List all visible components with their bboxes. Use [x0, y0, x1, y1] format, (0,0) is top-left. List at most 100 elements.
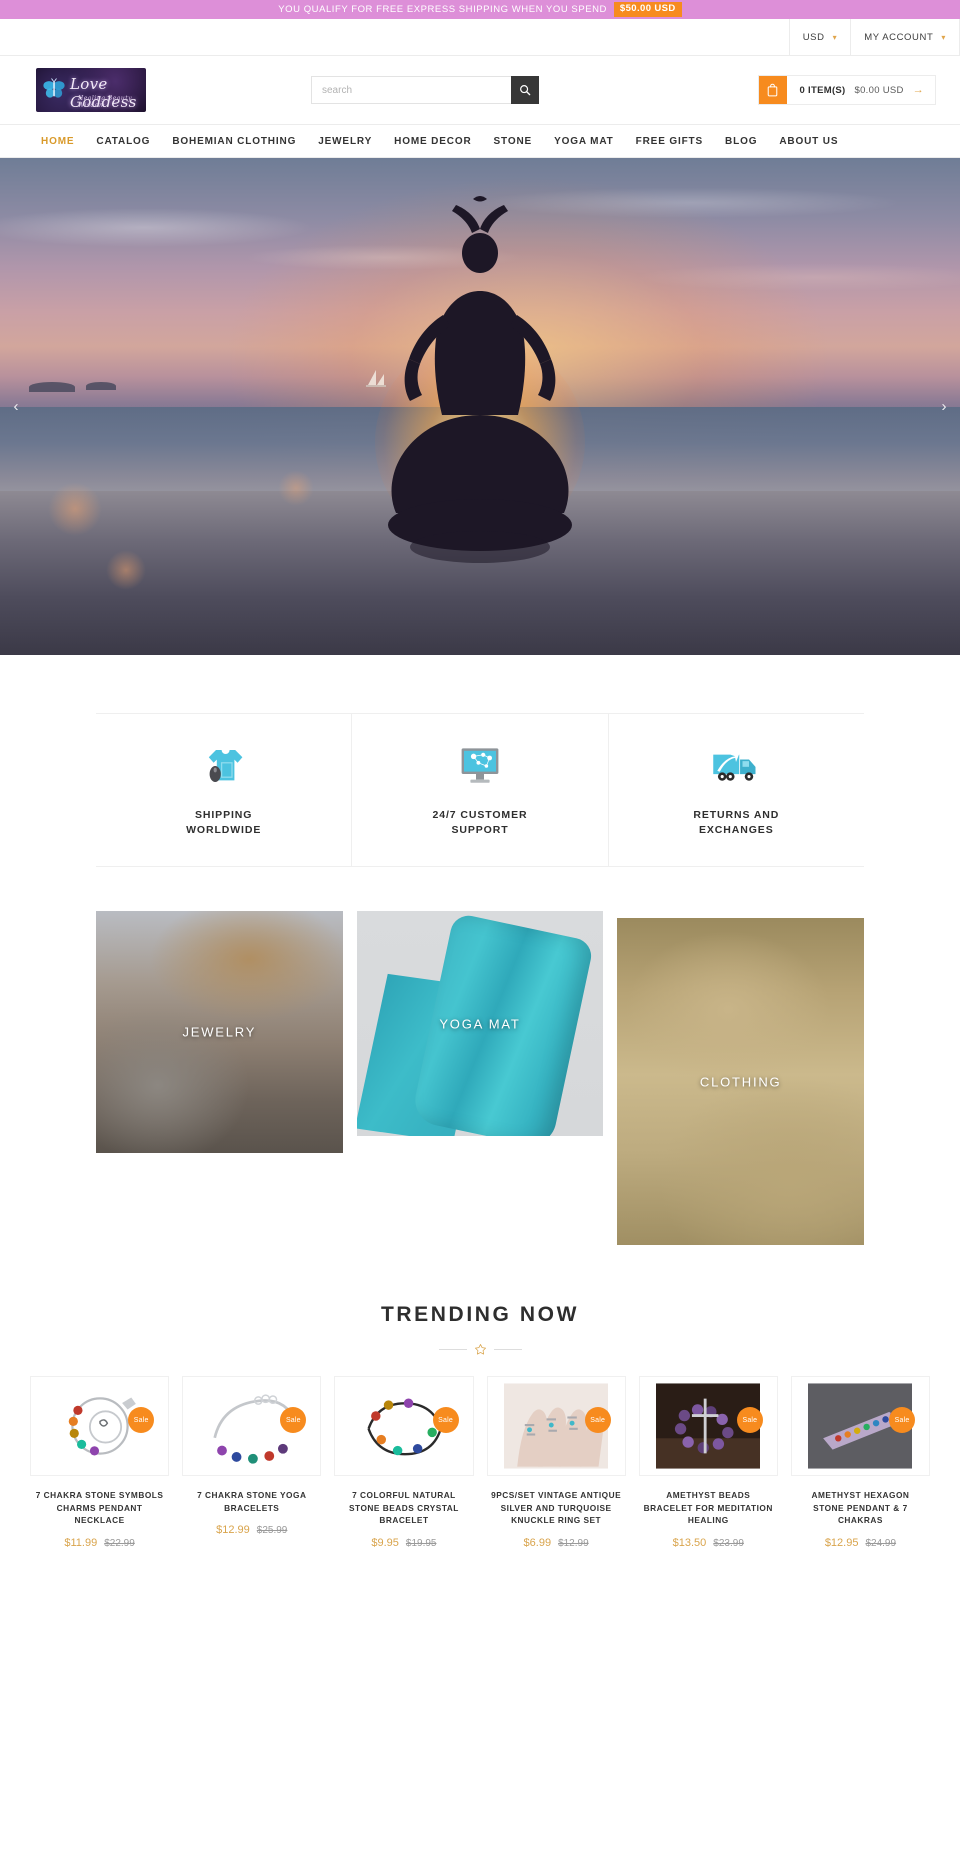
- nav-item-jewelry[interactable]: JEWELRY: [307, 136, 383, 147]
- hero-yoga-figure: [388, 196, 572, 564]
- divider-line-right: [493, 1349, 522, 1351]
- trending-section: TRENDING NOW Sale 7 CHAKRA STONE SYMBOLS …: [0, 1279, 960, 1549]
- product-title[interactable]: 7 CHAKRA STONE YOGA BRACELETS: [182, 1489, 321, 1514]
- product-thumbnail[interactable]: Sale: [638, 1376, 778, 1477]
- cart-icon-button[interactable]: [758, 76, 787, 104]
- my-account-menu[interactable]: MY ACCOUNT ▾: [850, 19, 960, 56]
- status-badge: Sale: [584, 1407, 611, 1434]
- nav-item-catalog[interactable]: CATALOG: [85, 136, 161, 147]
- utility-bar: USD ▾ MY ACCOUNT ▾: [0, 19, 960, 56]
- services-band: SHIPPING WORLDWIDE 24/7 CUSTOMER SUPPORT RET…: [0, 655, 960, 912]
- product-card[interactable]: Sale 7 CHAKRA STONE YOGA BRACELETS $12.99 $…: [182, 1376, 322, 1536]
- category-card-jewelry[interactable]: JEWELRY: [96, 911, 343, 1154]
- currency-label: USD: [802, 32, 825, 43]
- service-label-line1: SHIPPING: [194, 809, 253, 821]
- hero-slider[interactable]: ‹ ›: [0, 158, 960, 655]
- hero-prev-button[interactable]: ‹: [8, 393, 24, 421]
- status-badge: Sale: [128, 1407, 155, 1434]
- nav-item-stone[interactable]: STONE: [483, 136, 544, 147]
- delivery-truck-icon: [619, 740, 854, 792]
- category-cards: JEWELRY YOGA MAT CLOTHING: [96, 911, 865, 1279]
- promo-amount-badge: $50.00 USD: [613, 2, 682, 17]
- hero-next-button[interactable]: ›: [936, 393, 952, 421]
- product-card[interactable]: Sale 7 CHAKRA STONE SYMBOLS CHARMS PENDAN…: [30, 1376, 170, 1549]
- chevron-down-icon: ▾: [941, 32, 946, 42]
- product-price: $6.99 $12.99: [487, 1537, 626, 1549]
- product-price: $12.95 $24.99: [791, 1537, 930, 1549]
- price-current: $12.99: [216, 1524, 250, 1537]
- hero-island-left2: [86, 381, 117, 390]
- price-compare-at: $25.99: [256, 1525, 288, 1537]
- search-button[interactable]: [511, 76, 539, 104]
- shopping-bag-icon: [767, 83, 778, 97]
- product-price: $12.99 $25.99: [182, 1524, 321, 1536]
- price-current: $6.99: [523, 1536, 552, 1549]
- product-thumbnail[interactable]: Sale: [30, 1376, 170, 1477]
- category-label-jewelry: JEWELRY: [182, 1024, 257, 1040]
- hero-lens-flare-1: [48, 481, 102, 536]
- page-title: TRENDING NOW: [380, 1303, 580, 1327]
- nav-item-yoga-mat[interactable]: YOGA MAT: [543, 136, 625, 147]
- currency-selector[interactable]: USD ▾: [788, 19, 850, 56]
- price-compare-at: $23.99: [713, 1537, 744, 1549]
- product-title[interactable]: 7 COLORFUL NATURAL STONE BEADS CRYSTAL B…: [334, 1489, 473, 1526]
- tshirt-mouse-icon: [106, 740, 341, 792]
- status-badge: Sale: [432, 1407, 459, 1434]
- service-24-7-customer: 24/7 CUSTOMER SUPPORT: [352, 714, 609, 867]
- product-thumbnail[interactable]: Sale: [182, 1376, 322, 1477]
- nav-item-home[interactable]: HOME: [30, 136, 85, 147]
- section-divider: [0, 1343, 960, 1356]
- product-thumbnail[interactable]: Sale: [486, 1376, 626, 1477]
- product-price: $13.50 $23.99: [639, 1537, 778, 1549]
- promo-bar: YOU QUALIFY FOR FREE EXPRESS SHIPPING WH…: [0, 0, 960, 19]
- arrow-right-icon[interactable]: →: [913, 84, 924, 96]
- price-compare-at: $22.99: [104, 1537, 135, 1549]
- hero-island-left: [28, 381, 75, 392]
- nav-item-free-gifts[interactable]: FREE GIFTS: [625, 136, 714, 147]
- product-card[interactable]: Sale AMETHYST HEXAGON STONE PENDANT & 7 C…: [790, 1376, 931, 1549]
- nav-item-bohemian-clothing[interactable]: BOHEMIAN CLOTHING: [161, 136, 307, 147]
- price-current: $13.50: [672, 1536, 707, 1549]
- category-card-clothing[interactable]: CLOTHING: [617, 918, 865, 1246]
- product-title[interactable]: 9PCS/SET VINTAGE ANTIQUE SILVER AND TURQ…: [487, 1489, 626, 1526]
- category-label-yoga-mat: YOGA MAT: [439, 1016, 521, 1032]
- price-compare-at: $24.99: [865, 1537, 897, 1549]
- service-label: SHIPPING WORLDWIDE: [106, 808, 341, 838]
- product-title[interactable]: AMETHYST HEXAGON STONE PENDANT & 7 CHAKR…: [791, 1489, 930, 1526]
- price-current: $11.99: [64, 1536, 98, 1549]
- main-navigation: HOME CATALOG BOHEMIAN CLOTHING JEWELRY HOME …: [0, 125, 960, 158]
- site-logo[interactable]: Love Goddess Healing Beauty Wisdom: [36, 68, 146, 112]
- price-current: $12.95: [824, 1536, 859, 1549]
- services-row: SHIPPING WORLDWIDE 24/7 CUSTOMER SUPPORT RET…: [96, 713, 864, 868]
- product-thumbnail[interactable]: Sale: [334, 1376, 474, 1477]
- price-compare-at: $19.95: [405, 1537, 437, 1549]
- product-card[interactable]: Sale 9PCS/SET VINTAGE ANTIQUE SILVER AND …: [486, 1376, 626, 1549]
- search-icon: [520, 85, 531, 96]
- search-form: [311, 76, 539, 104]
- service-label-line1: RETURNS AND: [693, 809, 780, 821]
- nav-item-home-decor[interactable]: HOME DECOR: [383, 136, 482, 147]
- site-header: Love Goddess Healing Beauty Wisdom 0 ITE…: [0, 56, 960, 125]
- star-icon: [474, 1344, 486, 1355]
- promo-text: YOU QUALIFY FOR FREE EXPRESS SHIPPING WH…: [278, 4, 607, 15]
- product-title[interactable]: AMETHYST BEADS BRACELET FOR MEDITATION H…: [639, 1489, 778, 1526]
- category-card-yoga-mat[interactable]: YOGA MAT: [356, 911, 604, 1137]
- cart-item-count: 0 ITEM(S): [799, 84, 846, 96]
- butterfly-icon: [43, 78, 65, 98]
- product-title[interactable]: 7 CHAKRA STONE SYMBOLS CHARMS PENDANT NE…: [30, 1489, 169, 1526]
- search-input[interactable]: [311, 76, 511, 104]
- monitor-support-icon: [362, 740, 597, 792]
- product-thumbnail[interactable]: Sale: [790, 1376, 931, 1477]
- cart-widget[interactable]: 0 ITEM(S) $0.00 USD →: [757, 75, 936, 105]
- nav-item-about-us[interactable]: ABOUT US: [768, 136, 849, 147]
- nav-item-blog[interactable]: BLOG: [714, 136, 768, 147]
- price-current: $9.95: [371, 1536, 399, 1549]
- product-card[interactable]: Sale AMETHYST BEADS BRACELET FOR MEDITATI…: [638, 1376, 778, 1549]
- service-returns-and: RETURNS AND EXCHANGES: [609, 714, 864, 866]
- logo-tagline: Healing Beauty Wisdom: [78, 95, 133, 109]
- product-card[interactable]: Sale 7 COLORFUL NATURAL STONE BEADS CRYST…: [334, 1376, 474, 1549]
- cart-summary: 0 ITEM(S) $0.00 USD →: [787, 76, 935, 104]
- service-label-line2: SUPPORT: [451, 824, 509, 837]
- product-grid: Sale 7 CHAKRA STONE SYMBOLS CHARMS PENDAN…: [0, 1376, 960, 1549]
- chevron-down-icon: ▾: [832, 32, 838, 42]
